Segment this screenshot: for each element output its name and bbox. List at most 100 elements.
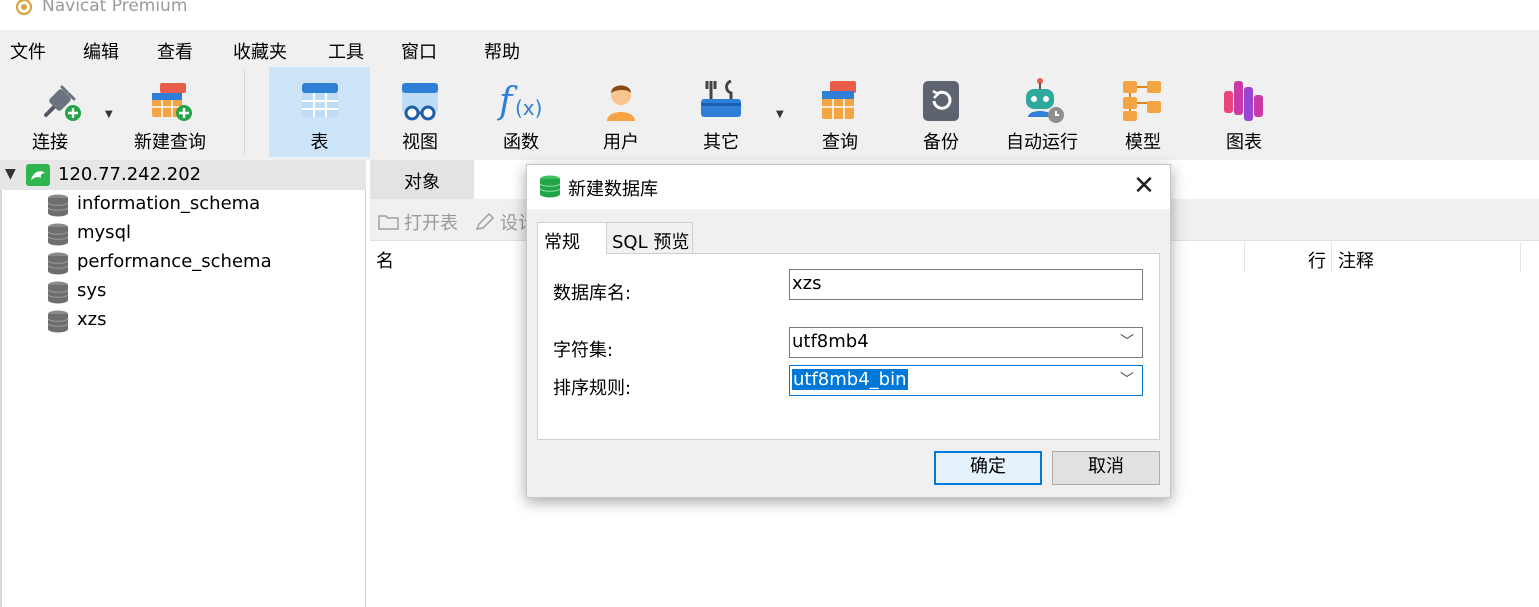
column-rows-header[interactable]: 行	[1308, 247, 1326, 273]
mysql-connection-icon	[26, 164, 50, 186]
close-icon[interactable]: ✕	[1132, 171, 1156, 201]
general-panel: 数据库名: xzs 字符集: utf8mb4 ﹀ 排序规则: utf8mb4_b…	[537, 253, 1160, 440]
charset-label: 字符集:	[553, 340, 614, 361]
column-divider	[1520, 242, 1521, 272]
model-button[interactable]: 模型	[1095, 67, 1191, 157]
connect-label: 连接	[32, 132, 68, 153]
db-label: sys	[77, 280, 107, 301]
automation-button[interactable]: 自动运行	[994, 67, 1090, 157]
toolbar-separator	[244, 70, 245, 154]
charset-value: utf8mb4	[792, 331, 869, 352]
menu-view[interactable]: 查看	[157, 38, 193, 64]
chart-label: 图表	[1226, 132, 1262, 153]
tab-sql-preview[interactable]: SQL 预览	[605, 222, 693, 253]
new-database-dialog: 新建数据库 ✕ 常规 SQL 预览 数据库名: xzs 字符集: utf8mb4…	[526, 164, 1171, 498]
function-button[interactable]: f (x) 函数	[472, 67, 570, 157]
menu-tools[interactable]: 工具	[328, 38, 364, 64]
function-icon: f (x)	[497, 81, 542, 122]
user-button[interactable]: 用户	[573, 67, 669, 157]
other-button[interactable]: 其它 ▼	[676, 67, 786, 157]
db-label: mysql	[77, 222, 131, 243]
tree-db-item[interactable]: sys	[0, 277, 366, 306]
column-divider	[1244, 242, 1245, 272]
tools-icon	[701, 79, 741, 117]
query-icon	[822, 81, 856, 119]
model-label: 模型	[1125, 132, 1161, 153]
navigation-tree: ▼ 120.77.242.202 information_schema mysq…	[0, 160, 366, 607]
column-name-header[interactable]: 名	[376, 247, 394, 273]
charset-select[interactable]: utf8mb4 ﹀	[789, 327, 1143, 358]
query-button[interactable]: 查询	[792, 67, 888, 157]
user-icon	[607, 85, 635, 121]
function-label: 函数	[503, 132, 539, 153]
chart-button[interactable]: 图表	[1196, 67, 1292, 157]
new-query-icon	[152, 83, 192, 121]
chevron-down-icon[interactable]: ﹀	[1120, 369, 1134, 389]
chevron-down-icon[interactable]: ▼	[5, 166, 16, 182]
collation-value: utf8mb4_bin	[792, 369, 908, 390]
menu-window[interactable]: 窗口	[401, 38, 437, 64]
tree-db-item[interactable]: information_schema	[0, 190, 366, 219]
db-label: xzs	[77, 309, 107, 330]
connect-button[interactable]: 连接 ▼	[10, 67, 113, 157]
collation-select[interactable]: utf8mb4_bin ﹀	[789, 365, 1143, 396]
tab-general[interactable]: 常规	[537, 222, 607, 254]
table-icon	[301, 83, 338, 117]
table-label: 表	[310, 132, 329, 153]
tree-db-item[interactable]: performance_schema	[0, 248, 366, 277]
column-comment-header[interactable]: 注释	[1338, 247, 1374, 273]
tree-db-item[interactable]: mysql	[0, 219, 366, 248]
database-icon	[47, 252, 69, 275]
db-name-label: 数据库名:	[553, 283, 632, 304]
tab-objects[interactable]: 对象	[370, 160, 474, 199]
chevron-down-icon[interactable]: ﹀	[1120, 331, 1134, 351]
tree-left-border	[0, 190, 2, 607]
menu-edit[interactable]: 编辑	[83, 38, 119, 64]
tree-db-item[interactable]: xzs	[0, 306, 366, 335]
other-label: 其它	[703, 132, 739, 153]
robot-icon	[1026, 78, 1064, 123]
view-label: 视图	[402, 132, 438, 153]
collation-label: 排序规则:	[553, 378, 632, 399]
menu-bar: 文件 编辑 查看 收藏夹 工具 窗口 帮助	[0, 30, 1539, 67]
table-button[interactable]: 表	[269, 67, 370, 157]
other-dropdown-icon[interactable]: ▼	[776, 109, 784, 120]
database-icon	[47, 310, 69, 333]
backup-button[interactable]: 备份	[893, 67, 989, 157]
new-query-label: 新建查询	[134, 132, 206, 153]
folder-open-icon	[378, 215, 399, 230]
navicat-logo-icon	[15, 0, 33, 16]
query-label: 查询	[822, 132, 858, 153]
database-icon	[47, 194, 69, 217]
ok-button[interactable]: 确定	[934, 451, 1042, 485]
connect-dropdown-icon[interactable]: ▼	[105, 109, 113, 120]
backup-label: 备份	[923, 132, 959, 153]
pencil-icon	[475, 213, 495, 230]
cancel-button[interactable]: 取消	[1052, 451, 1160, 485]
title-bar: Navicat Premium	[0, 0, 1539, 30]
main-toolbar: 连接 ▼ 新建查询 表 视图 f (x) 函数 用户 其它 ▼ 查询 备份 自动…	[0, 67, 1539, 160]
db-label: performance_schema	[77, 251, 272, 272]
db-name-field[interactable]: xzs	[789, 269, 1143, 300]
tree-connection-row[interactable]: ▼ 120.77.242.202	[0, 160, 366, 190]
column-divider	[1331, 242, 1332, 272]
window-title: Navicat Premium	[42, 0, 188, 16]
menu-help[interactable]: 帮助	[484, 38, 520, 64]
model-icon	[1123, 81, 1161, 121]
menu-file[interactable]: 文件	[10, 38, 46, 64]
view-button[interactable]: 视图	[372, 67, 468, 157]
chart-icon	[1224, 81, 1263, 121]
menu-favorites[interactable]: 收藏夹	[233, 38, 287, 64]
view-icon	[402, 83, 438, 121]
dialog-title: 新建数据库	[568, 179, 658, 200]
database-icon	[539, 175, 561, 198]
open-table-label: 打开表	[404, 213, 458, 234]
svg-text:(x): (x)	[515, 96, 542, 120]
automation-label: 自动运行	[1006, 132, 1078, 153]
new-query-button[interactable]: 新建查询	[128, 67, 212, 157]
open-table-button[interactable]: 打开表	[378, 209, 458, 235]
backup-icon	[923, 81, 959, 121]
user-label: 用户	[603, 132, 639, 153]
connection-label: 120.77.242.202	[58, 164, 202, 185]
db-name-value: xzs	[792, 273, 822, 294]
